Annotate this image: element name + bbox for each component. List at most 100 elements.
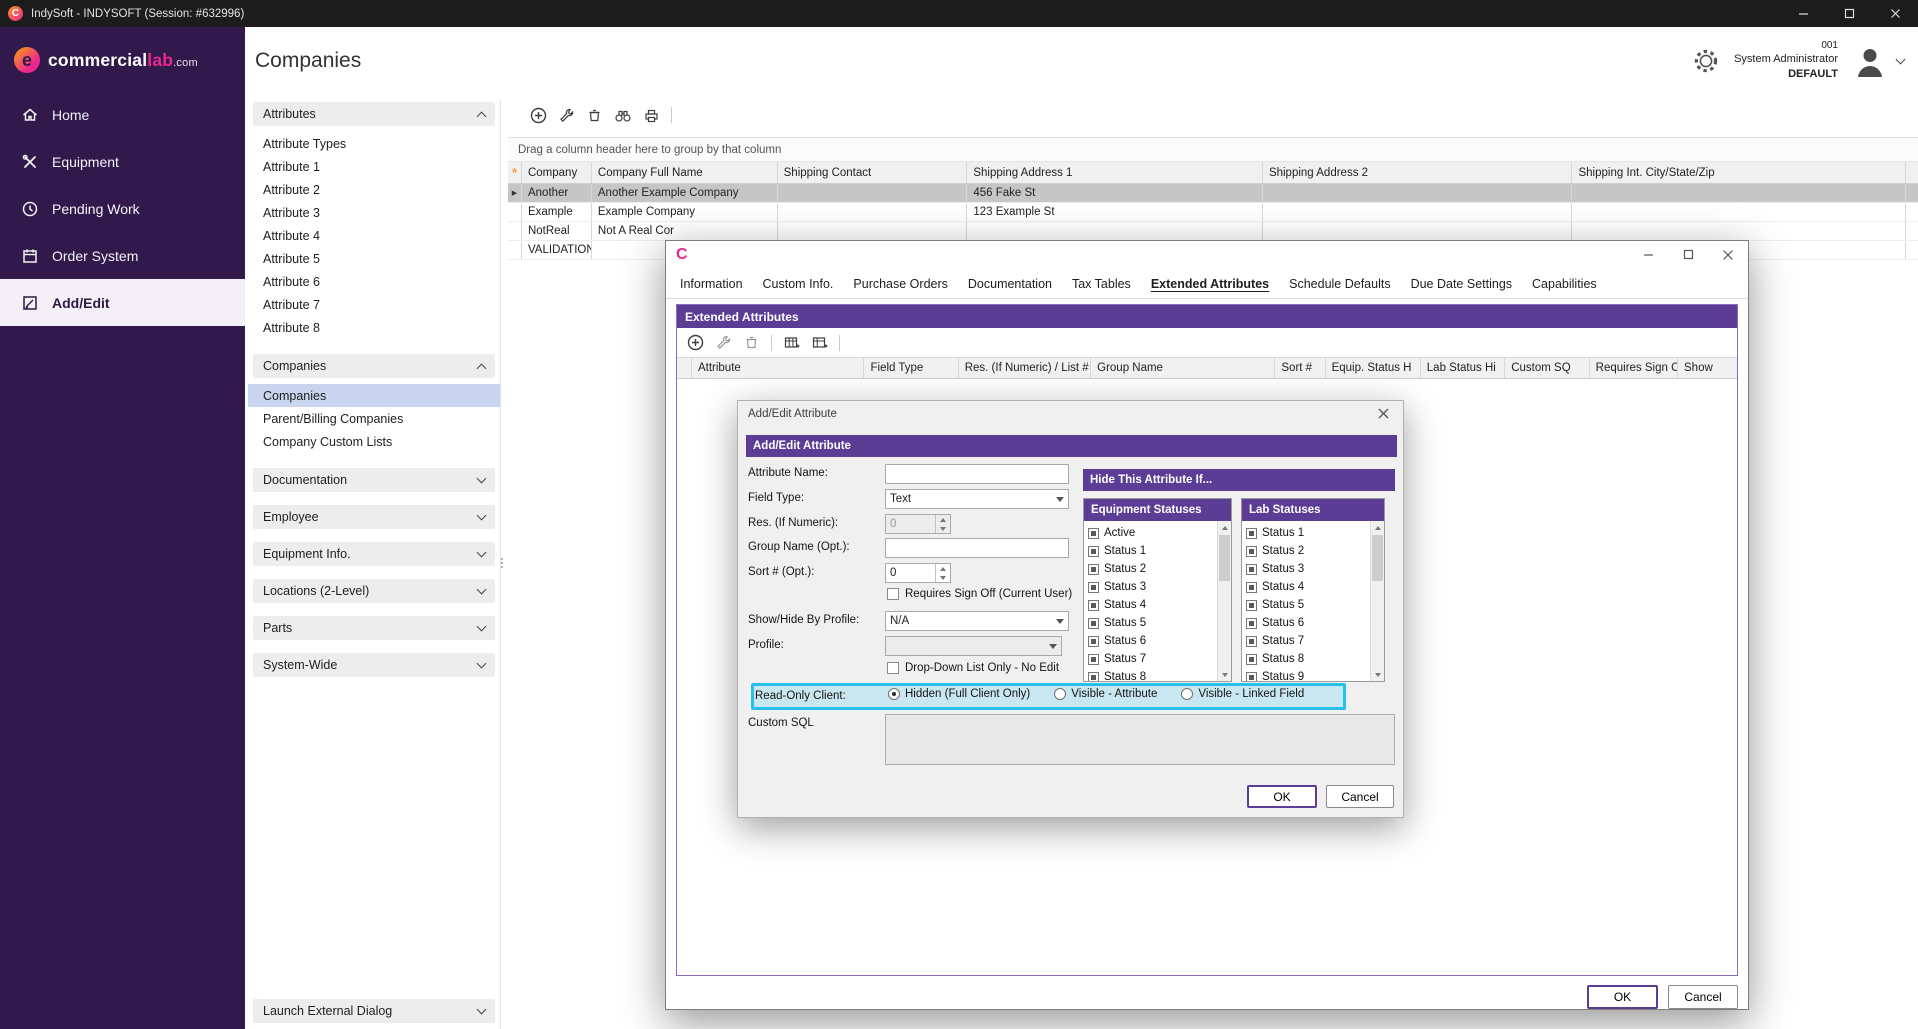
tab-capabilities[interactable]: Capabilities — [1522, 270, 1607, 298]
list-item[interactable]: Status 7 — [1088, 650, 1215, 668]
list-item[interactable]: Status 2 — [1088, 560, 1215, 578]
list-item[interactable]: Status 1 — [1246, 524, 1368, 542]
column-header-equip-status[interactable]: Equip. Status H — [1326, 358, 1421, 378]
column-header-shipping-contact[interactable]: Shipping Contact — [778, 162, 968, 183]
nav-item-attribute-8[interactable]: Attribute 8 — [248, 316, 500, 339]
list-item[interactable]: Status 9 — [1246, 668, 1368, 681]
column-header-show[interactable]: Show — [1678, 358, 1737, 378]
list-item[interactable]: Active — [1088, 524, 1215, 542]
list-item[interactable]: Status 3 — [1088, 578, 1215, 596]
requires-sign-off-checkbox[interactable]: Requires Sign Off (Current User) — [887, 588, 1072, 600]
section-locations[interactable]: Locations (2-Level) — [253, 579, 495, 603]
nav-item-companies[interactable]: Companies — [248, 384, 500, 407]
field-type-select[interactable]: Text — [885, 489, 1069, 509]
nav-item-attribute-7[interactable]: Attribute 7 — [248, 293, 500, 316]
column-header-company-full-name[interactable]: Company Full Name — [592, 162, 778, 183]
ok-button[interactable]: OK — [1587, 985, 1658, 1009]
nav-item-parent-billing-companies[interactable]: Parent/Billing Companies — [248, 407, 500, 430]
nav-item-attribute-5[interactable]: Attribute 5 — [248, 247, 500, 270]
nav-item-attribute-6[interactable]: Attribute 6 — [248, 270, 500, 293]
radio-visible-linked-field[interactable]: Visible - Linked Field — [1181, 688, 1304, 700]
minimize-icon[interactable] — [1628, 241, 1668, 268]
section-system-wide[interactable]: System-Wide — [253, 653, 495, 677]
sort-stepper[interactable]: 0 — [885, 563, 951, 583]
list-item[interactable]: Status 5 — [1088, 614, 1215, 632]
minimize-icon[interactable] — [1780, 0, 1826, 27]
nav-item-attribute-3[interactable]: Attribute 3 — [248, 201, 500, 224]
tab-tax-tables[interactable]: Tax Tables — [1062, 270, 1141, 298]
attribute-name-field[interactable] — [885, 464, 1069, 484]
stepper-up-icon[interactable] — [936, 515, 950, 524]
ok-button[interactable]: OK — [1247, 785, 1317, 808]
column-header-shipping-int[interactable]: Shipping Int. City/State/Zip — [1572, 162, 1906, 183]
scroll-up-icon[interactable] — [1371, 521, 1384, 534]
tab-schedule-defaults[interactable]: Schedule Defaults — [1279, 270, 1400, 298]
edit-record-button[interactable] — [558, 107, 575, 124]
list-item[interactable]: Status 2 — [1246, 542, 1368, 560]
sidebar-item-pending-work[interactable]: Pending Work — [0, 185, 245, 232]
user-menu-button[interactable] — [1851, 44, 1904, 78]
close-icon[interactable] — [1872, 0, 1918, 27]
table-row[interactable]: NotReal Not A Real Cor — [508, 222, 1918, 241]
nav-item-attribute-4[interactable]: Attribute 4 — [248, 224, 500, 247]
scroll-up-icon[interactable] — [1218, 521, 1231, 534]
tab-custom-info[interactable]: Custom Info. — [753, 270, 844, 298]
group-name-field[interactable] — [885, 538, 1069, 558]
tab-information[interactable]: Information — [670, 270, 753, 298]
column-header-sort[interactable]: Sort # — [1275, 358, 1325, 378]
list-item[interactable]: Status 8 — [1246, 650, 1368, 668]
sidebar-item-order-system[interactable]: Order System — [0, 232, 245, 279]
delete-attribute-button[interactable] — [743, 334, 760, 351]
list-item[interactable]: Status 1 — [1088, 542, 1215, 560]
nav-item-attribute-1[interactable]: Attribute 1 — [248, 155, 500, 178]
column-header-lab-status[interactable]: Lab Status Hi — [1421, 358, 1505, 378]
import-grid-button[interactable] — [783, 334, 800, 351]
tab-purchase-orders[interactable]: Purchase Orders — [843, 270, 957, 298]
radio-hidden-full-client-only[interactable]: Hidden (Full Client Only) — [888, 688, 1030, 700]
scrollbar-thumb[interactable] — [1372, 535, 1383, 581]
column-header-attribute[interactable]: Attribute — [692, 358, 865, 378]
list-item[interactable]: Status 8 — [1088, 668, 1215, 681]
add-record-button[interactable] — [530, 107, 547, 124]
tab-extended-attributes[interactable]: Extended Attributes — [1141, 270, 1279, 298]
table-row[interactable]: Example Example Company 123 Example St — [508, 203, 1918, 222]
tab-documentation[interactable]: Documentation — [958, 270, 1062, 298]
column-header-custom-sql[interactable]: Custom SQ — [1505, 358, 1589, 378]
delete-record-button[interactable] — [586, 107, 603, 124]
profile-select[interactable] — [885, 636, 1062, 656]
edit-attribute-button[interactable] — [715, 334, 732, 351]
scroll-down-icon[interactable] — [1218, 668, 1231, 681]
scrollbar[interactable] — [1370, 521, 1384, 681]
group-name-input[interactable] — [890, 539, 1064, 557]
settings-button[interactable] — [1691, 46, 1721, 76]
add-attribute-button[interactable] — [687, 334, 704, 351]
list-item[interactable]: Status 7 — [1246, 632, 1368, 650]
section-employee[interactable]: Employee — [253, 505, 495, 529]
section-documentation[interactable]: Documentation — [253, 468, 495, 492]
column-header-shipping-address-1[interactable]: Shipping Address 1 — [967, 162, 1263, 183]
column-header-res-if-numeric[interactable]: Res. (If Numeric) / List # — [959, 358, 1091, 378]
scroll-down-icon[interactable] — [1371, 668, 1384, 681]
column-header-field-type[interactable]: Field Type — [864, 358, 958, 378]
cancel-button[interactable]: Cancel — [1668, 985, 1738, 1009]
search-button[interactable] — [614, 107, 632, 124]
close-icon[interactable] — [1374, 404, 1393, 423]
tab-due-date-settings[interactable]: Due Date Settings — [1401, 270, 1522, 298]
export-grid-button[interactable] — [811, 334, 828, 351]
maximize-icon[interactable] — [1826, 0, 1872, 27]
nav-item-attribute-types[interactable]: Attribute Types — [248, 132, 500, 155]
stepper-down-icon[interactable] — [936, 573, 950, 582]
list-item[interactable]: Status 4 — [1088, 596, 1215, 614]
panel-splitter[interactable] — [499, 552, 504, 574]
close-icon[interactable] — [1708, 241, 1748, 268]
custom-sql-textarea[interactable] — [885, 714, 1395, 765]
section-parts[interactable]: Parts — [253, 616, 495, 640]
column-header-group-name[interactable]: Group Name — [1091, 358, 1275, 378]
list-item[interactable]: Status 6 — [1246, 614, 1368, 632]
section-companies[interactable]: Companies — [253, 354, 495, 378]
sidebar-item-add-edit[interactable]: Add/Edit — [0, 279, 245, 326]
stepper-up-icon[interactable] — [936, 564, 950, 573]
scrollbar[interactable] — [1217, 521, 1231, 681]
stepper-down-icon[interactable] — [936, 524, 950, 533]
dropdown-list-only-checkbox[interactable]: Drop-Down List Only - No Edit — [887, 662, 1059, 674]
